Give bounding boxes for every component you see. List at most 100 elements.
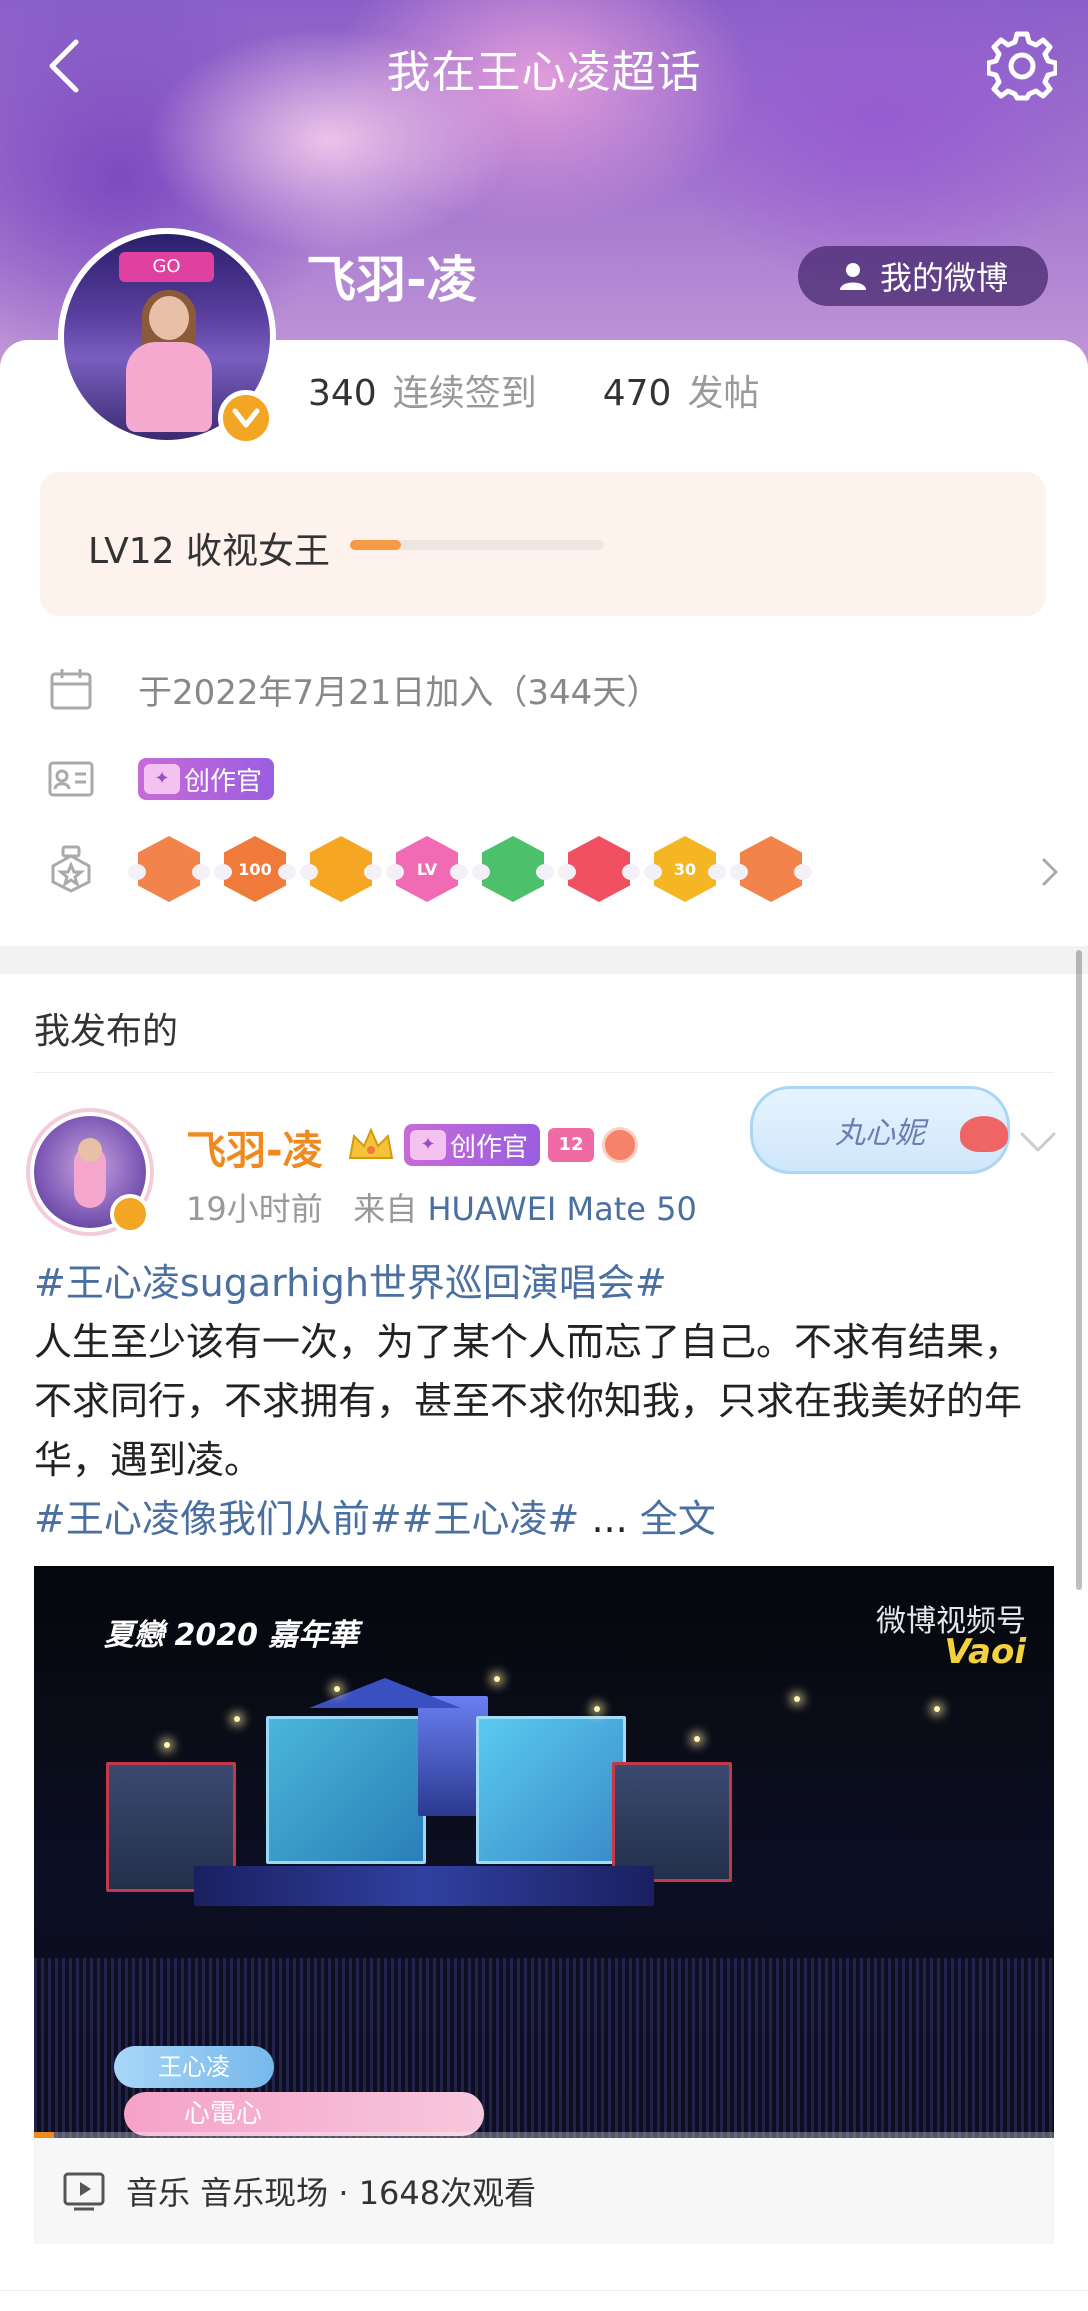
badge-wing-left: [386, 864, 404, 880]
rabbit-badge-icon: [138, 836, 200, 902]
post-verified-icon: [110, 1194, 150, 1234]
level-text: LV12 收视女王: [88, 531, 330, 572]
level-progress-fill: [350, 540, 401, 550]
id-card-icon: [46, 754, 96, 804]
badge-wing-left: [128, 864, 146, 880]
stat-posts[interactable]: 470 发帖: [603, 364, 760, 416]
crown-badge[interactable]: [300, 836, 382, 902]
badge-wing-right: [794, 864, 812, 880]
level-icon: 12: [548, 1128, 595, 1162]
stage-screen-center-right: [476, 1716, 626, 1864]
post-author-name[interactable]: 飞羽-凌: [186, 1118, 323, 1176]
section-divider-line: [34, 1072, 1054, 1073]
video-footer-text: 音乐 音乐现场 · 1648次观看: [126, 2174, 537, 2212]
full-text-link[interactable]: 全文: [640, 1497, 716, 1541]
100-days-badge[interactable]: 100: [214, 836, 296, 902]
identity-row: ✦ 创作官: [46, 754, 275, 804]
badge-wing-right: [450, 864, 468, 880]
crown-badge-icon: [310, 836, 372, 902]
rock-hand-badge[interactable]: [730, 836, 812, 902]
settings-button[interactable]: [984, 28, 1060, 104]
stage-light: [694, 1736, 700, 1742]
video-caption-song: 心電心: [124, 2092, 484, 2136]
stage-light: [334, 1686, 340, 1692]
post-time: 19小时前: [186, 1190, 323, 1228]
trophy-badge-icon: [568, 836, 630, 902]
fan-badge-icon: [602, 1127, 639, 1163]
post-creator-tag[interactable]: ✦ 创作官: [404, 1124, 541, 1166]
badges-row[interactable]: 100 LV 30: [46, 836, 812, 902]
stage-light: [794, 1696, 800, 1702]
chevron-right-icon[interactable]: [1034, 852, 1064, 892]
creator-tag[interactable]: ✦ 创作官: [138, 758, 275, 800]
30-days-badge[interactable]: 30: [644, 836, 726, 902]
top-bar: 我在王心凌超话: [0, 0, 1088, 130]
level-box[interactable]: LV12 收视女王: [40, 472, 1046, 616]
30-days-badge-icon: 30: [654, 836, 716, 902]
post-body: #王心凌sugarhigh世界巡回演唱会# 人生至少该有一次，为了某个人而忘了自…: [34, 1254, 1054, 1549]
badge-wing-right: [364, 864, 382, 880]
crab-icon: [960, 1116, 1008, 1152]
post-avatar-head: [78, 1138, 102, 1162]
medal-icon: [46, 844, 96, 894]
stat-value: 470: [602, 373, 672, 414]
stat-value: 340: [308, 373, 377, 414]
calendar-icon: [46, 664, 96, 714]
badge-list: 100 LV 30: [128, 836, 812, 902]
rabbit-badge[interactable]: [128, 836, 210, 902]
post-meta: 19小时前 来自 HUAWEI Mate 50: [186, 1184, 697, 1230]
profile-nickname: 飞羽-凌: [306, 251, 477, 309]
video-player[interactable]: 夏戀 2020 嘉年華 微博视频号 Vaoi 王心凌 心電心: [34, 1566, 1054, 2138]
video-footer[interactable]: 音乐 音乐现场 · 1648次观看: [34, 2138, 1054, 2244]
hand-badge[interactable]: [472, 836, 554, 902]
video-caption-name: 王心凌: [114, 2046, 274, 2088]
chevron-down-icon[interactable]: [1016, 1124, 1060, 1160]
video-logo-left: 夏戀 2020 嘉年華: [104, 1618, 359, 1653]
rock-hand-badge-icon: [740, 836, 802, 902]
section-title: 我发布的: [34, 1011, 179, 1052]
stage-light: [934, 1706, 940, 1712]
stat-label: 连续签到: [392, 373, 537, 414]
post-topic-link[interactable]: #王心凌sugarhigh世界巡回演唱会#: [34, 1254, 1054, 1313]
stage-light: [234, 1716, 240, 1722]
badge-wing-right: [708, 864, 726, 880]
stage-light: [494, 1676, 500, 1682]
verified-icon: [218, 390, 274, 446]
avatar-figure-head: [149, 296, 189, 340]
badge-wing-left: [730, 864, 748, 880]
stage-light: [594, 1706, 600, 1712]
my-weibo-label: 我的微博: [879, 259, 1008, 297]
scrollbar[interactable]: [1076, 950, 1082, 1590]
page-title: 我在王心凌超话: [386, 47, 702, 98]
badge-wing-left: [558, 864, 576, 880]
post-device[interactable]: HUAWEI Mate 50: [427, 1190, 696, 1228]
play-icon: [63, 2172, 105, 2211]
trophy-badge[interactable]: [558, 836, 640, 902]
badge-wing-right: [622, 864, 640, 880]
join-date-text: 于2022年7月21日加入（344天）: [138, 672, 661, 713]
badge-wing-right: [536, 864, 554, 880]
profile-stats: 340 连续签到 470 发帖: [308, 364, 759, 416]
badge-wing-right: [192, 864, 210, 880]
avatar-figure-body: [126, 342, 212, 432]
badge-wing-left: [300, 864, 318, 880]
creator-tag-icon: ✦: [144, 764, 180, 794]
stage-light: [164, 1742, 170, 1748]
badge-wing-right: [278, 864, 296, 880]
stat-label: 发帖: [687, 373, 760, 414]
100-days-badge-icon: 100: [224, 836, 286, 902]
section-divider: [0, 946, 1088, 974]
my-weibo-button[interactable]: 我的微博: [798, 246, 1048, 306]
post-author-badges: ✦ 创作官 12: [346, 1124, 639, 1166]
hand-badge-icon: [482, 836, 544, 902]
join-date-row: 于2022年7月21日加入（344天）: [46, 664, 660, 714]
bottom-divider: [0, 2290, 1088, 2291]
post-text: 人生至少该有一次，为了某个人而忘了自己。不求有结果，不求同行，不求拥有，甚至不求…: [34, 1320, 1023, 1482]
post-ellipsis: ...: [579, 1497, 640, 1541]
post-tags-link[interactable]: #王心凌像我们从前##王心凌#: [34, 1497, 579, 1541]
video-logo-right-bottom: Vaoi: [944, 1632, 1026, 1672]
lv-badge[interactable]: LV: [386, 836, 468, 902]
creator-tag-icon: ✦: [410, 1130, 446, 1160]
stat-checkin[interactable]: 340 连续签到: [308, 364, 537, 416]
gear-icon: [987, 31, 1057, 101]
